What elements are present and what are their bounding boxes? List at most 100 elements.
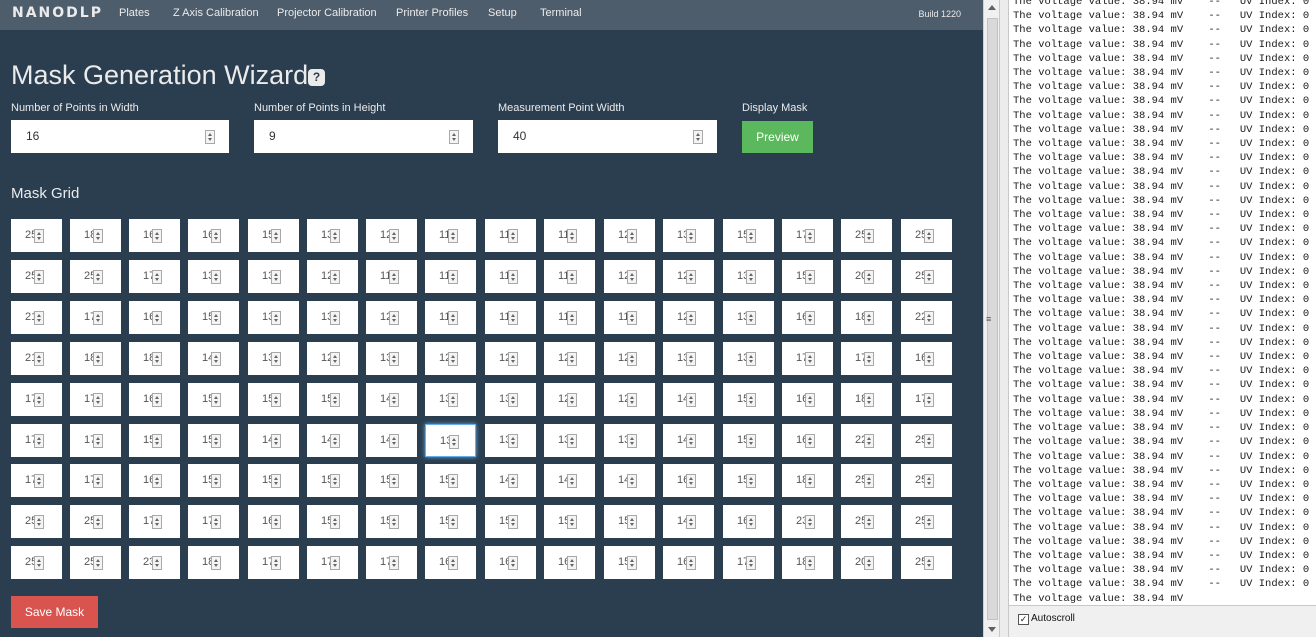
spinner-icon[interactable] xyxy=(448,515,458,529)
mask-cell-input[interactable]: 15 xyxy=(723,219,774,252)
mask-cell-input[interactable]: 17 xyxy=(901,383,952,416)
mask-cell-input[interactable]: 13 xyxy=(544,424,595,457)
mask-cell-input[interactable]: 25 xyxy=(70,505,121,538)
mask-cell-input[interactable]: 15 xyxy=(248,383,299,416)
mask-cell-input[interactable]: 12 xyxy=(307,342,358,375)
spinner-icon[interactable] xyxy=(152,352,162,366)
mask-cell-input[interactable]: 18 xyxy=(129,342,180,375)
mask-cell-input[interactable]: 25 xyxy=(11,219,62,252)
nav-setup[interactable]: Setup xyxy=(488,7,517,19)
mask-cell-input[interactable]: 15 xyxy=(307,464,358,497)
mask-cell-input[interactable]: 25 xyxy=(70,260,121,293)
mask-cell-input[interactable]: 17 xyxy=(70,464,121,497)
nav-terminal[interactable]: Terminal xyxy=(540,7,582,19)
mask-cell-input[interactable]: 21 xyxy=(11,342,62,375)
mask-cell-input[interactable]: 15 xyxy=(723,424,774,457)
mask-cell-input[interactable]: 20 xyxy=(841,546,892,579)
spinner-icon[interactable] xyxy=(271,515,281,529)
mask-cell-input[interactable]: 18 xyxy=(841,301,892,334)
mask-cell-input[interactable]: 15 xyxy=(188,424,239,457)
mask-cell-input[interactable]: 15 xyxy=(782,260,833,293)
spinner-icon[interactable] xyxy=(805,474,815,488)
spinner-icon[interactable] xyxy=(864,556,874,570)
mask-cell-input[interactable]: 15 xyxy=(425,464,476,497)
mask-cell-input[interactable]: 12 xyxy=(485,342,536,375)
mask-cell-input[interactable]: 14 xyxy=(485,464,536,497)
spinner-icon[interactable] xyxy=(152,474,162,488)
mask-cell-input[interactable]: 15 xyxy=(425,505,476,538)
mask-cell-input[interactable]: 14 xyxy=(366,424,417,457)
spinner-icon[interactable] xyxy=(211,270,221,284)
mask-cell-input[interactable]: 12 xyxy=(544,342,595,375)
mask-cell-input[interactable]: 25 xyxy=(901,546,952,579)
spinner-icon[interactable] xyxy=(686,474,696,488)
spinner-icon[interactable] xyxy=(271,434,281,448)
mask-cell-input[interactable]: 12 xyxy=(604,219,655,252)
spinner-icon[interactable] xyxy=(330,270,340,284)
spinner-icon[interactable] xyxy=(746,474,756,488)
mask-cell-input[interactable]: 16 xyxy=(663,464,714,497)
scroll-down-arrow-icon[interactable] xyxy=(988,627,996,632)
spinner-icon[interactable] xyxy=(389,229,399,243)
mask-cell-input[interactable]: 12 xyxy=(544,383,595,416)
spinner-icon[interactable] xyxy=(627,311,637,325)
spinner-icon[interactable] xyxy=(746,229,756,243)
nav-printer-profiles[interactable]: Printer Profiles xyxy=(396,7,468,19)
spinner-icon[interactable] xyxy=(271,393,281,407)
spinner-icon[interactable] xyxy=(746,311,756,325)
mask-cell-input[interactable]: 13 xyxy=(485,383,536,416)
spinner-icon[interactable] xyxy=(805,515,815,529)
mask-cell-input[interactable]: 16 xyxy=(129,464,180,497)
mask-cell-input[interactable]: 17 xyxy=(11,464,62,497)
mask-cell-input[interactable]: 25 xyxy=(901,219,952,252)
mask-cell-input[interactable]: 14 xyxy=(663,383,714,416)
spinner-icon[interactable] xyxy=(746,352,756,366)
mask-cell-input[interactable]: 21 xyxy=(11,301,62,334)
spinner-icon[interactable] xyxy=(508,515,518,529)
spinner-icon[interactable] xyxy=(152,434,162,448)
spinner-icon[interactable] xyxy=(93,352,103,366)
spinner-icon[interactable] xyxy=(93,474,103,488)
spinner-icon[interactable] xyxy=(330,556,340,570)
mask-cell-input[interactable]: 16 xyxy=(248,505,299,538)
spinner-icon[interactable] xyxy=(93,229,103,243)
mask-cell-input[interactable]: 18 xyxy=(70,342,121,375)
spinner-icon[interactable] xyxy=(508,270,518,284)
mask-cell-input[interactable]: 25 xyxy=(70,546,121,579)
spinner-icon[interactable] xyxy=(389,474,399,488)
mask-cell-input[interactable]: 13 xyxy=(425,424,476,457)
mask-cell-input[interactable]: 17 xyxy=(11,424,62,457)
spinner-icon[interactable] xyxy=(93,515,103,529)
mask-cell-input[interactable]: 25 xyxy=(11,505,62,538)
mask-cell-input[interactable]: 15 xyxy=(188,464,239,497)
spinner-icon[interactable] xyxy=(330,393,340,407)
mask-cell-input[interactable]: 18 xyxy=(70,219,121,252)
mask-cell-input[interactable]: 13 xyxy=(425,383,476,416)
mask-cell-input[interactable]: 23 xyxy=(782,505,833,538)
spinner-icon[interactable] xyxy=(686,393,696,407)
mask-cell-input[interactable]: 12 xyxy=(663,260,714,293)
mask-cell-input[interactable]: 25 xyxy=(901,505,952,538)
mask-cell-input[interactable]: 25 xyxy=(841,219,892,252)
spinner-icon[interactable] xyxy=(805,270,815,284)
spinner-icon[interactable] xyxy=(924,515,934,529)
mask-cell-input[interactable]: 12 xyxy=(604,383,655,416)
mask-cell-input[interactable]: 14 xyxy=(248,424,299,457)
mask-cell-input[interactable]: 18 xyxy=(782,546,833,579)
mask-cell-input[interactable]: 13 xyxy=(723,260,774,293)
mask-cell-input[interactable]: 22 xyxy=(901,301,952,334)
spinner-icon[interactable] xyxy=(448,229,458,243)
spinner-icon[interactable] xyxy=(924,474,934,488)
mask-cell-input[interactable]: 13 xyxy=(248,342,299,375)
mask-cell-input[interactable]: 14 xyxy=(188,342,239,375)
spinner-icon[interactable] xyxy=(746,515,756,529)
mask-cell-input[interactable]: 13 xyxy=(485,424,536,457)
spinner-icon[interactable] xyxy=(34,229,44,243)
spinner-icon[interactable] xyxy=(211,515,221,529)
save-mask-button[interactable]: Save Mask xyxy=(11,596,98,628)
mask-cell-input[interactable]: 15 xyxy=(129,424,180,457)
spinner-icon[interactable] xyxy=(448,270,458,284)
spinner-icon[interactable] xyxy=(330,311,340,325)
mask-cell-input[interactable]: 15 xyxy=(366,505,417,538)
mask-cell-input[interactable]: 25 xyxy=(841,505,892,538)
